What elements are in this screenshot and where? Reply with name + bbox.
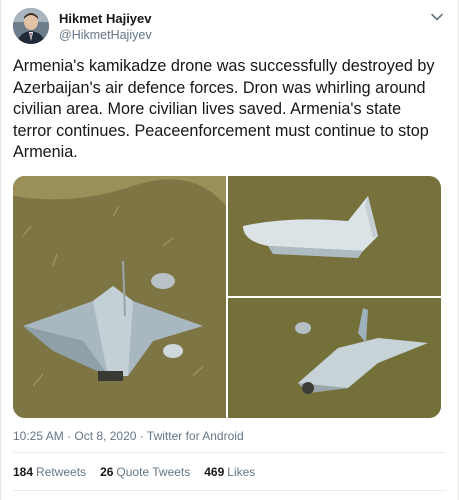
photo-drone-ground[interactable] xyxy=(13,176,226,418)
tweet-source[interactable]: Twitter for Android xyxy=(147,429,244,443)
chevron-down-icon[interactable] xyxy=(428,8,446,26)
tweet-stats: 184 Retweets 26 Quote Tweets 469 Likes xyxy=(13,465,255,479)
tweet-time[interactable]: 10:25 AM xyxy=(13,429,64,443)
quote-tweets-stat[interactable]: 26 Quote Tweets xyxy=(100,465,190,479)
media-grid xyxy=(13,176,441,418)
meta-separator: · xyxy=(139,429,147,443)
likes-count: 469 xyxy=(204,465,225,479)
likes-stat[interactable]: 469 Likes xyxy=(204,465,255,479)
quote-tweets-count: 26 xyxy=(100,465,114,479)
retweets-label: Retweets xyxy=(36,465,87,479)
user-handle[interactable]: @HikmetHajiyev xyxy=(59,27,152,43)
tweet-meta: 10:25 AM · Oct 8, 2020 · Twitter for And… xyxy=(13,429,244,443)
tweet-header: Hikmet Hajiyev @HikmetHajiyev xyxy=(13,8,446,48)
user-names: Hikmet Hajiyev @HikmetHajiyev xyxy=(59,11,152,43)
retweets-stat[interactable]: 184 Retweets xyxy=(13,465,86,479)
tweet-date[interactable]: Oct 8, 2020 xyxy=(74,429,136,443)
display-name[interactable]: Hikmet Hajiyev xyxy=(59,11,152,27)
avatar[interactable] xyxy=(13,8,49,44)
quote-tweets-label: Quote Tweets xyxy=(116,465,191,479)
photo-wing-fragment[interactable] xyxy=(228,176,441,296)
retweets-count: 184 xyxy=(13,465,34,479)
divider xyxy=(13,490,446,491)
divider xyxy=(13,452,446,453)
photo-drone-wreck[interactable] xyxy=(228,298,441,418)
tweet-card: Hikmet Hajiyev @HikmetHajiyev Armenia's … xyxy=(0,0,459,500)
tweet-text: Armenia's kamikadze drone was successful… xyxy=(13,57,435,161)
likes-label: Likes xyxy=(227,465,256,479)
